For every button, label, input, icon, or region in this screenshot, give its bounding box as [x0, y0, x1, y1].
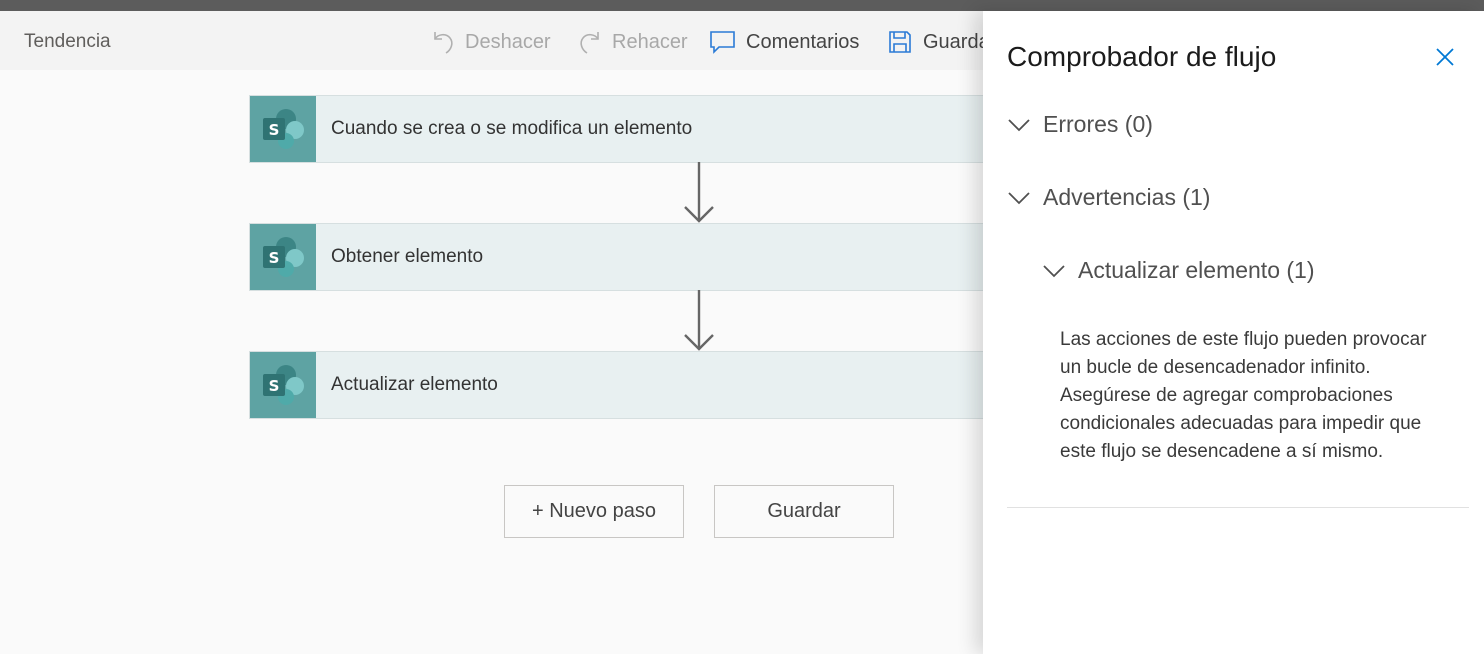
panel-title: Comprobador de flujo: [1007, 41, 1277, 72]
comments-label: Comentarios: [746, 30, 860, 53]
redo-label: Rehacer: [612, 30, 688, 53]
warnings-section-toggle[interactable]: Advertencias (1): [1007, 184, 1210, 211]
close-icon[interactable]: [1431, 43, 1459, 71]
svg-text:S: S: [269, 121, 280, 139]
new-step-button[interactable]: + Nuevo paso: [504, 485, 684, 538]
chevron-down-icon: [1008, 191, 1030, 204]
divider: [1007, 507, 1469, 508]
sharepoint-icon: S: [250, 224, 316, 290]
warnings-label: Advertencias (1): [1043, 184, 1211, 210]
sharepoint-icon: S: [250, 352, 316, 418]
flow-step-label: Actualizar elemento: [331, 374, 498, 395]
errors-section-toggle[interactable]: Errores (0): [1007, 111, 1153, 138]
flow-step-update-item[interactable]: S Actualizar elemento: [249, 351, 989, 419]
svg-text:S: S: [269, 377, 280, 395]
undo-icon: [434, 32, 453, 54]
redo-button[interactable]: Rehacer: [578, 25, 688, 59]
flow-connector-arrow: [684, 290, 714, 351]
flow-title: Tendencia: [24, 31, 111, 52]
flow-checker-panel: Comprobador de flujo Errores (0) Adverte…: [983, 11, 1484, 654]
chevron-down-icon: [1008, 118, 1030, 131]
comment-icon: [710, 31, 735, 54]
undo-label: Deshacer: [465, 30, 551, 53]
warning-message: Las acciones de este flujo pueden provoc…: [1060, 329, 1427, 462]
flow-step-get-item[interactable]: S Obtener elemento: [249, 223, 989, 291]
chevron-down-icon: [1043, 264, 1065, 277]
save-header-button[interactable]: Guarda: [887, 25, 990, 59]
window-top-strip: [0, 0, 1484, 11]
flow-step-trigger[interactable]: S Cuando se crea o se modifica un elemen…: [249, 95, 989, 163]
svg-text:S: S: [269, 249, 280, 267]
save-header-label: Guarda: [923, 30, 990, 53]
sharepoint-icon: S: [250, 96, 316, 162]
undo-button[interactable]: Deshacer: [431, 25, 551, 59]
flow-step-label: Obtener elemento: [331, 246, 484, 267]
comments-button[interactable]: Comentarios: [709, 25, 859, 59]
redo-icon: [580, 32, 599, 54]
save-button[interactable]: Guardar: [714, 485, 894, 538]
save-icon: [889, 31, 911, 53]
warning-item-label: Actualizar elemento (1): [1078, 257, 1315, 283]
warning-item-toggle[interactable]: Actualizar elemento (1): [1042, 257, 1315, 284]
flow-connector-arrow: [684, 162, 714, 223]
errors-label: Errores (0): [1043, 111, 1153, 137]
flow-step-label: Cuando se crea o se modifica un elemento: [331, 118, 693, 139]
